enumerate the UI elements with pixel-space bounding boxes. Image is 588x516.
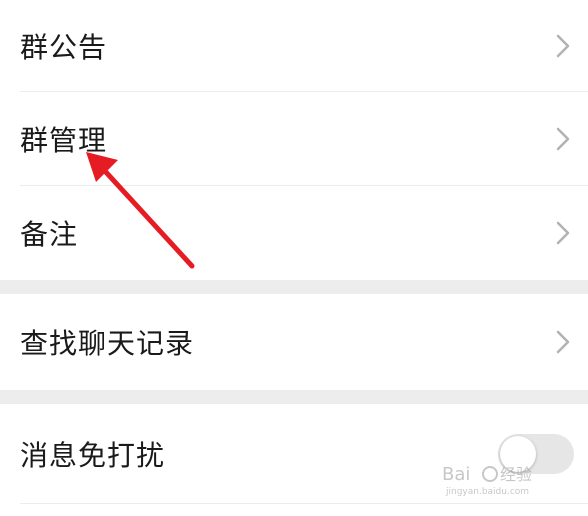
chevron-right-icon	[556, 221, 570, 245]
toggle-knob	[500, 436, 536, 472]
chevron-right-icon	[556, 330, 570, 354]
row-group-management[interactable]: 群管理	[0, 92, 588, 186]
row-do-not-disturb: 消息免打扰	[0, 404, 588, 504]
row-group-announcement[interactable]: 群公告	[0, 0, 588, 92]
chevron-right-icon	[556, 127, 570, 151]
section-gap	[0, 390, 588, 404]
section-gap	[0, 280, 588, 294]
divider	[20, 503, 588, 504]
settings-group-2: 查找聊天记录	[0, 294, 588, 390]
chevron-right-icon	[556, 34, 570, 58]
row-label-group-management: 群管理	[20, 124, 108, 157]
row-label-do-not-disturb: 消息免打扰	[20, 439, 166, 472]
row-remark[interactable]: 备注	[0, 186, 588, 280]
row-label-remark: 备注	[20, 218, 79, 251]
row-label-search-chat-history: 查找聊天记录	[20, 327, 195, 360]
settings-group-1: 群公告 群管理 备注	[0, 0, 588, 280]
settings-group-3: 消息免打扰	[0, 404, 588, 504]
do-not-disturb-toggle[interactable]	[498, 434, 574, 474]
row-label-group-announcement: 群公告	[20, 31, 108, 64]
row-search-chat-history[interactable]: 查找聊天记录	[0, 294, 588, 390]
